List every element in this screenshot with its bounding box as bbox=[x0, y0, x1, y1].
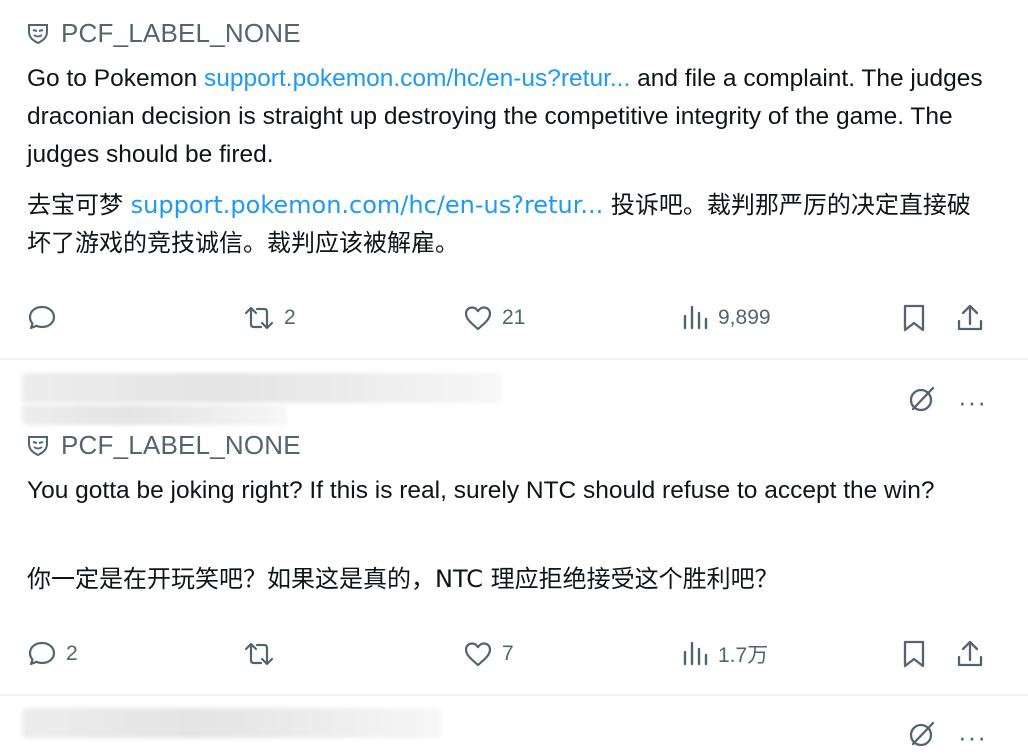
post-text-zh: 去宝可梦 support.pokemon.com/hc/en-us?retur.… bbox=[27, 186, 987, 262]
text-segment: 去宝可梦 bbox=[27, 191, 131, 219]
reply-icon bbox=[26, 638, 58, 670]
text-segment: Go to Pokemon bbox=[27, 65, 205, 92]
bookmark-icon bbox=[900, 638, 928, 670]
reply-button[interactable] bbox=[26, 298, 66, 338]
heart-icon bbox=[462, 302, 494, 334]
text-segment: 你一定是在开玩笑吧？如果这是真的，NTC 理应拒绝接受这个胜利吧？ bbox=[27, 565, 779, 593]
support-link-zh[interactable]: support.pokemon.com/hc/en-us?retur... bbox=[131, 191, 604, 219]
post-text-zh: 你一定是在开玩笑吧？如果这是真的，NTC 理应拒绝接受这个胜利吧？ bbox=[27, 560, 987, 598]
repost-button[interactable]: 2 bbox=[242, 298, 296, 338]
bookmark-button[interactable] bbox=[900, 298, 928, 338]
shield-mask-icon bbox=[27, 22, 49, 44]
share-button[interactable] bbox=[954, 634, 986, 674]
bookmark-button[interactable] bbox=[900, 634, 928, 674]
views-chart-icon bbox=[682, 302, 710, 334]
label-text: PCF_LABEL_NONE bbox=[61, 17, 301, 48]
blurred-author-handle bbox=[22, 405, 287, 425]
support-link[interactable]: support.pokemon.com/hc/en-us?retur... bbox=[204, 65, 630, 92]
reply-count: 2 bbox=[66, 642, 78, 665]
action-bar: 2 21 9,899 bbox=[0, 298, 1028, 338]
post-text-en: You gotta be joking right? If this is re… bbox=[27, 472, 987, 510]
shield-mask-icon bbox=[27, 434, 49, 456]
more-icon[interactable]: ··· bbox=[958, 389, 987, 415]
views-count: 1.7万 bbox=[718, 644, 769, 667]
grok-icon[interactable] bbox=[906, 383, 938, 420]
text-segment: You gotta be joking right? If this is re… bbox=[27, 477, 935, 504]
share-icon bbox=[954, 302, 986, 334]
bookmark-icon bbox=[900, 302, 928, 334]
repost-count: 2 bbox=[284, 306, 296, 329]
post-header-actions: ··· bbox=[906, 383, 987, 420]
repost-icon bbox=[242, 638, 276, 670]
post-label: PCF_LABEL_NONE bbox=[27, 18, 301, 48]
share-button[interactable] bbox=[954, 298, 986, 338]
action-bar: 2 7 1.7万 bbox=[0, 634, 1028, 674]
divider bbox=[0, 694, 1028, 696]
like-button[interactable]: 21 bbox=[462, 298, 525, 338]
repost-icon bbox=[242, 302, 276, 334]
like-count: 21 bbox=[502, 306, 526, 329]
repost-button[interactable] bbox=[242, 634, 284, 674]
post-text-en: Go to Pokemon support.pokemon.com/hc/en-… bbox=[27, 60, 987, 174]
like-count: 7 bbox=[502, 642, 514, 665]
views-count: 9,899 bbox=[718, 306, 771, 329]
heart-icon bbox=[462, 638, 494, 670]
reply-icon bbox=[26, 302, 58, 334]
more-icon[interactable]: ··· bbox=[958, 724, 987, 750]
like-button[interactable]: 7 bbox=[462, 634, 514, 674]
share-icon bbox=[954, 638, 986, 670]
blurred-author-name bbox=[22, 373, 502, 403]
blurred-author-name bbox=[22, 708, 442, 738]
views-button[interactable]: 1.7万 bbox=[682, 634, 768, 674]
divider bbox=[0, 358, 1028, 360]
label-text: PCF_LABEL_NONE bbox=[61, 429, 301, 460]
post-label: PCF_LABEL_NONE bbox=[27, 430, 301, 460]
grok-icon[interactable] bbox=[906, 718, 938, 755]
post-header-actions: ··· bbox=[906, 718, 987, 755]
views-button[interactable]: 9,899 bbox=[682, 298, 771, 338]
reply-button[interactable]: 2 bbox=[26, 634, 78, 674]
views-chart-icon bbox=[682, 638, 710, 670]
